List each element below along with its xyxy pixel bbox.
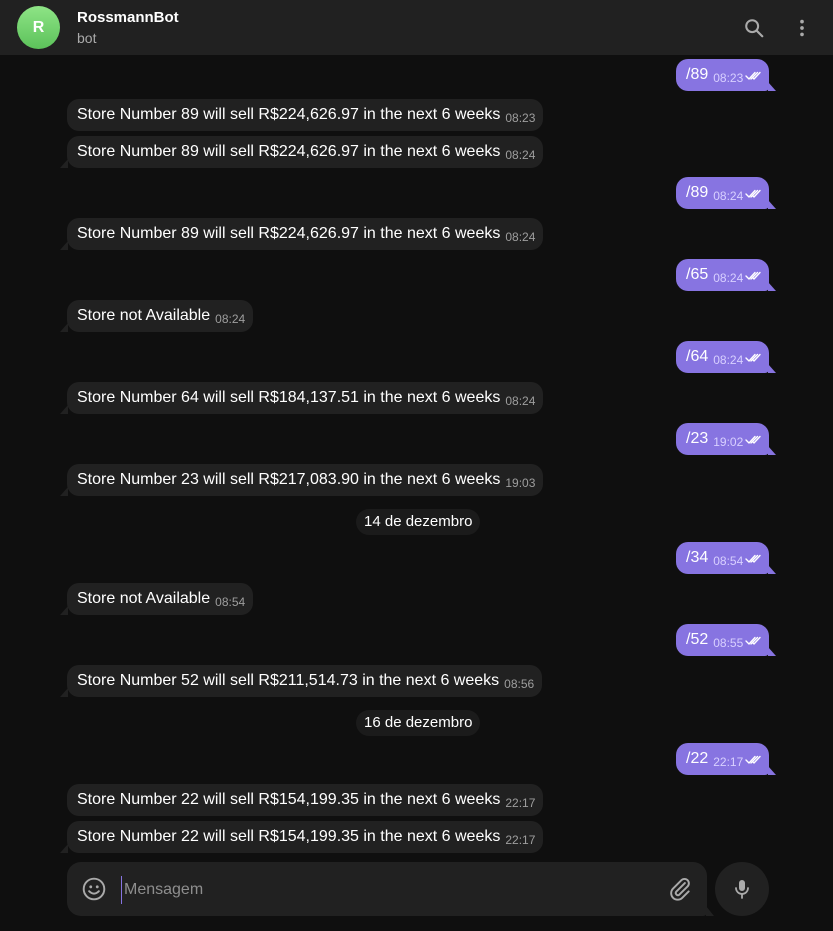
- microphone-icon: [735, 880, 749, 899]
- message-text: Store Number 89 will sell R$224,626.97 i…: [77, 225, 501, 242]
- outgoing-message[interactable]: /23 19:02: [676, 423, 777, 455]
- incoming-message[interactable]: Store Number 89 will sell R$224,626.97 i…: [59, 218, 544, 250]
- message-time: 08:24: [713, 271, 744, 285]
- incoming-message[interactable]: Store Number 89 will sell R$224,626.97 i…: [67, 99, 544, 131]
- read-receipt-icon: [745, 755, 761, 764]
- more-vertical-icon: [800, 19, 804, 37]
- message-time: 19:02: [713, 435, 744, 449]
- message-text: /64: [686, 348, 709, 365]
- message-time: 08:24: [713, 353, 744, 367]
- read-receipt-icon: [745, 435, 761, 444]
- message-text: Store Number 22 will sell R$154,199.35 i…: [77, 828, 501, 845]
- incoming-message[interactable]: Store Number 52 will sell R$211,514.73 i…: [59, 665, 543, 697]
- message-text: Store not Available: [77, 590, 211, 607]
- message-time: 08:54: [215, 595, 246, 609]
- incoming-message[interactable]: Store Number 22 will sell R$154,199.35 i…: [67, 784, 544, 816]
- message-time: 08:23: [713, 71, 744, 85]
- message-text: /89: [686, 184, 709, 201]
- incoming-message[interactable]: Store Number 22 will sell R$154,199.35 i…: [59, 821, 544, 853]
- message-list[interactable]: /89 08:23 Store Number 89 will sell R$224,…: [0, 55, 833, 855]
- message-text: Store Number 89 will sell R$224,626.97 i…: [77, 106, 501, 123]
- message-text: Store Number 52 will sell R$211,514.73 i…: [77, 672, 500, 689]
- message-text: Store Number 22 will sell R$154,199.35 i…: [77, 791, 501, 808]
- message-text: Store Number 64 will sell R$184,137.51 i…: [77, 389, 501, 406]
- message-text: /89: [686, 66, 709, 83]
- paperclip-icon: [670, 877, 690, 901]
- message-time: 22:17: [505, 833, 536, 847]
- message-composer: [67, 862, 714, 916]
- outgoing-message[interactable]: /64 08:24: [676, 341, 777, 373]
- outgoing-message[interactable]: /89 08:24: [676, 177, 777, 209]
- incoming-message[interactable]: Store not Available 08:54: [59, 583, 254, 615]
- search-icon: [745, 19, 764, 38]
- message-time: 08:24: [505, 394, 536, 408]
- read-receipt-icon: [745, 353, 761, 362]
- message-time: 19:03: [505, 476, 536, 490]
- outgoing-message[interactable]: /22 22:17: [676, 743, 777, 775]
- message-text: Store Number 89 will sell R$224,626.97 i…: [77, 143, 501, 160]
- message-text: /34: [686, 549, 709, 566]
- read-receipt-icon: [745, 636, 761, 645]
- read-receipt-icon: [745, 271, 761, 280]
- voice-record-button[interactable]: [715, 862, 769, 916]
- smile-icon: [82, 877, 106, 901]
- message-text: /22: [686, 750, 709, 767]
- message-time: 08:24: [505, 230, 536, 244]
- message-time: 08:55: [713, 636, 744, 650]
- message-time: 08:24: [215, 312, 246, 326]
- message-time: 08:24: [713, 189, 744, 203]
- message-time: 08:54: [713, 554, 744, 568]
- read-receipt-icon: [745, 189, 761, 198]
- incoming-message[interactable]: Store not Available 08:24: [59, 300, 254, 332]
- outgoing-message[interactable]: /52 08:55: [676, 624, 777, 656]
- outgoing-message[interactable]: /89 08:23: [676, 59, 777, 91]
- message-text: Store not Available: [77, 307, 211, 324]
- message-text: /23: [686, 430, 709, 447]
- more-options-button[interactable]: [788, 14, 816, 42]
- message-text: /65: [686, 266, 709, 283]
- chat-title[interactable]: RossmannBot: [77, 9, 179, 26]
- message-time: 08:56: [504, 677, 535, 691]
- incoming-message[interactable]: Store Number 23 will sell R$217,083.90 i…: [59, 464, 544, 496]
- read-receipt-icon: [745, 71, 761, 80]
- message-time: 22:17: [713, 755, 744, 769]
- search-button[interactable]: [740, 14, 768, 42]
- message-text: Store Number 23 will sell R$217,083.90 i…: [77, 471, 501, 488]
- incoming-message[interactable]: Store Number 89 will sell R$224,626.97 i…: [59, 136, 544, 168]
- attach-button[interactable]: [667, 876, 693, 902]
- message-time: 08:23: [505, 111, 536, 125]
- outgoing-message[interactable]: /34 08:54: [676, 542, 777, 574]
- incoming-message[interactable]: Store Number 64 will sell R$184,137.51 i…: [59, 382, 544, 414]
- avatar[interactable]: R: [17, 6, 60, 49]
- message-text: /52: [686, 631, 709, 648]
- emoji-button[interactable]: [81, 876, 107, 902]
- outgoing-message[interactable]: /65 08:24: [676, 259, 777, 291]
- message-time: 08:24: [505, 148, 536, 162]
- date-separator: 16 de dezembro: [356, 710, 481, 736]
- chat-status: bot: [77, 30, 97, 46]
- date-separator: 14 de dezembro: [356, 509, 481, 535]
- message-time: 22:17: [505, 796, 536, 810]
- chat-header: R RossmannBot bot: [0, 0, 833, 55]
- read-receipt-icon: [745, 554, 761, 563]
- message-input[interactable]: [121, 876, 666, 904]
